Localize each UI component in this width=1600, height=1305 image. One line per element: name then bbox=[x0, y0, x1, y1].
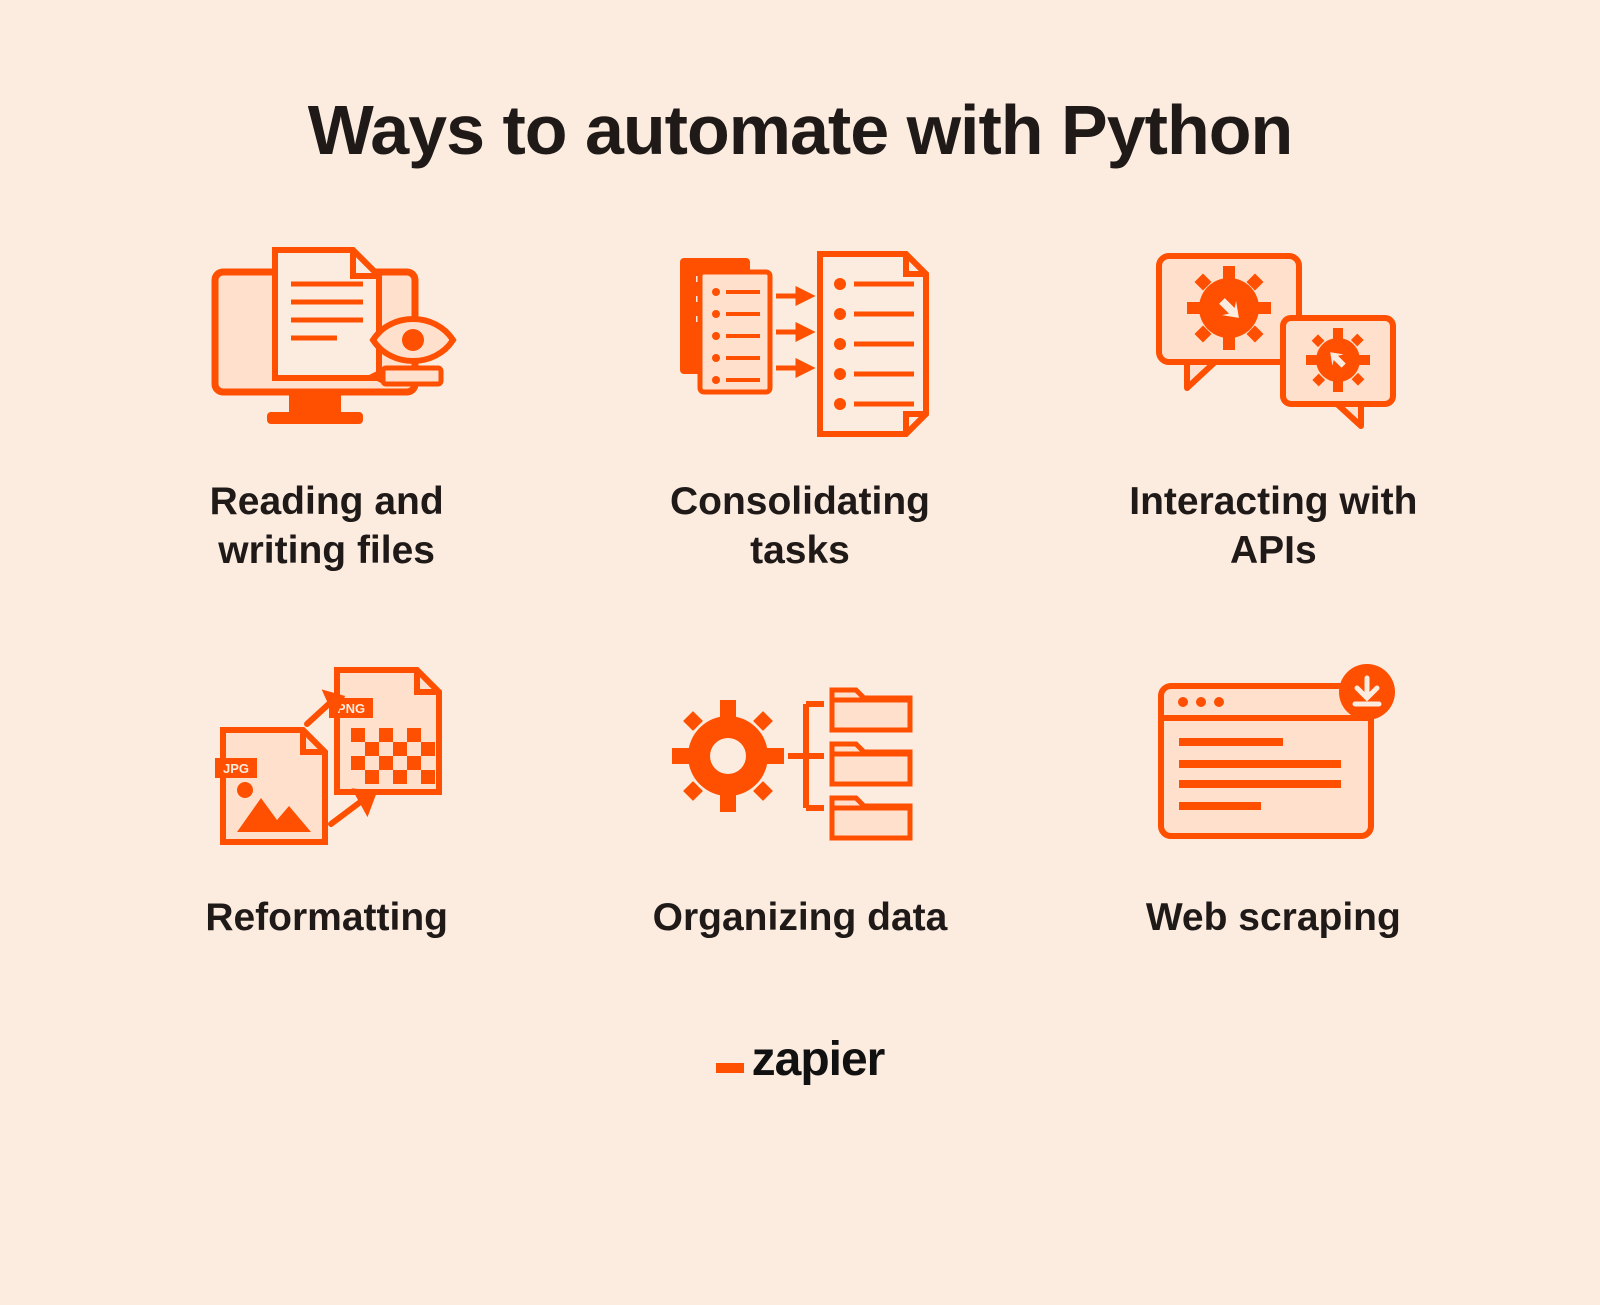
web-scraping-icon bbox=[1143, 656, 1403, 856]
card-consolidating-tasks: Consolidating tasks bbox=[583, 240, 1016, 576]
jpg-label: JPG bbox=[223, 761, 249, 776]
card-label: Reading and writing files bbox=[167, 478, 487, 576]
card-label: Reformatting bbox=[205, 894, 448, 943]
card-interacting-apis: Interacting with APIs bbox=[1057, 240, 1490, 576]
card-organizing-data: Organizing data bbox=[583, 656, 1016, 943]
interacting-apis-icon bbox=[1143, 240, 1403, 440]
organizing-data-icon bbox=[670, 656, 930, 856]
zapier-underscore-icon bbox=[716, 1063, 744, 1073]
footer-brand: zapier bbox=[716, 1032, 885, 1087]
card-web-scraping: Web scraping bbox=[1057, 656, 1490, 943]
card-grid: Reading and writing files bbox=[110, 240, 1490, 942]
reformatting-icon: JPG PNG bbox=[197, 656, 457, 856]
reading-writing-files-icon bbox=[197, 240, 457, 440]
card-label: Organizing data bbox=[653, 894, 948, 943]
consolidating-tasks-icon bbox=[670, 240, 930, 440]
card-reformatting: JPG PNG bbox=[110, 656, 543, 943]
card-label: Interacting with APIs bbox=[1113, 478, 1433, 576]
page-title: Ways to automate with Python bbox=[308, 90, 1292, 170]
brand-text: zapier bbox=[752, 1032, 885, 1087]
card-label: Web scraping bbox=[1146, 894, 1401, 943]
card-label: Consolidating tasks bbox=[640, 478, 960, 576]
card-reading-writing-files: Reading and writing files bbox=[110, 240, 543, 576]
